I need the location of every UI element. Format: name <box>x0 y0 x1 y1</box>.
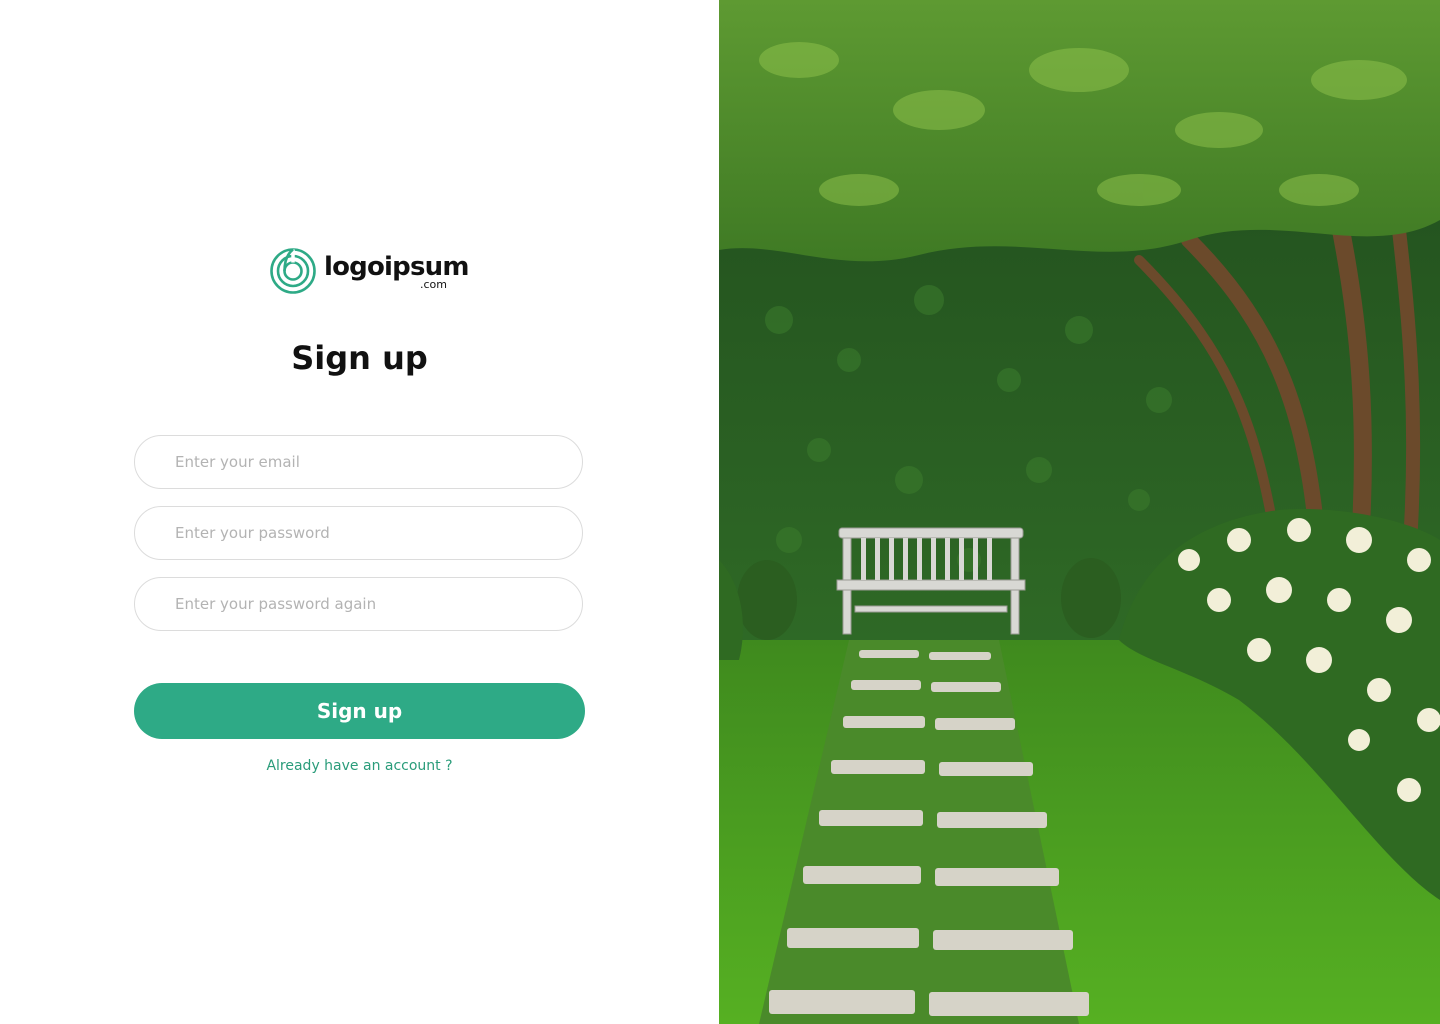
email-field[interactable] <box>134 435 583 489</box>
password-field[interactable] <box>134 506 583 560</box>
password-confirm-field[interactable] <box>134 577 583 631</box>
hero-image <box>719 0 1440 1024</box>
brand-tld: .com <box>420 278 447 291</box>
brand-logo[interactable]: logoipsum .com <box>270 246 469 298</box>
signin-link[interactable]: Already have an account ? <box>0 757 719 775</box>
signup-button[interactable]: Sign up <box>134 683 585 739</box>
logo-spiral-icon <box>270 248 316 294</box>
signup-panel: logoipsum .com Sign up Sign up Already h… <box>0 0 719 1024</box>
page-title: Sign up <box>291 339 428 377</box>
